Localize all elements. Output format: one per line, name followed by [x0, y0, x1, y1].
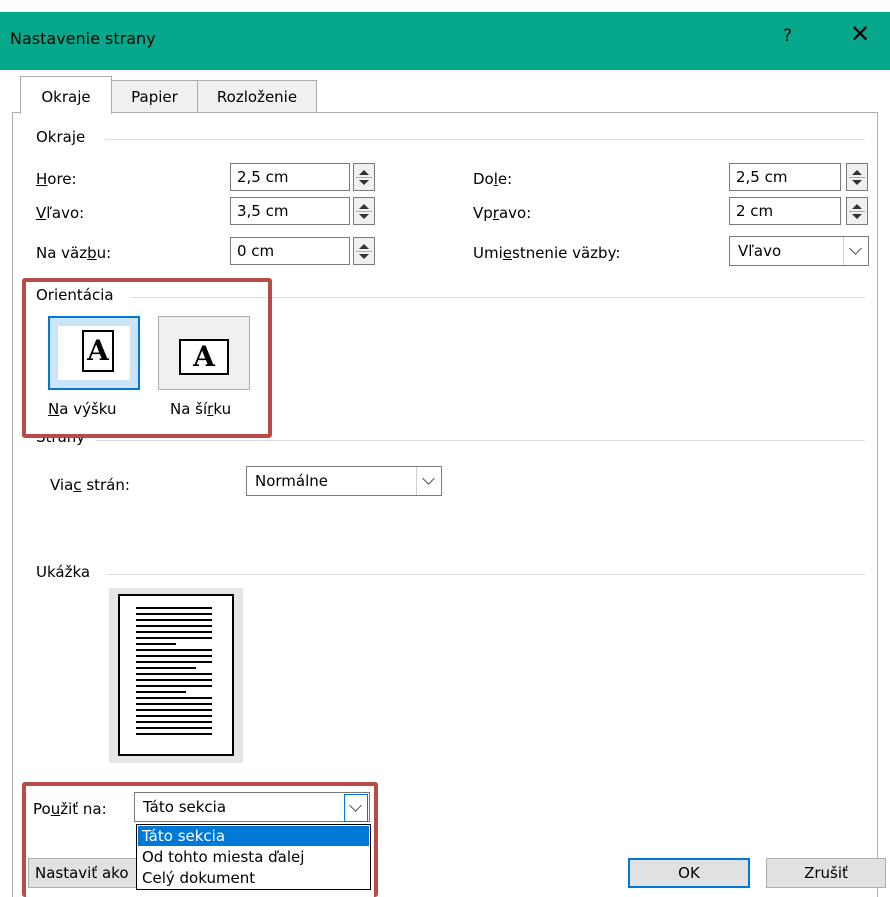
bottom-margin-input[interactable]: 2,5 cm	[729, 163, 841, 191]
title-bar: Nastavenie strany ? ✕	[0, 12, 890, 70]
window-title: Nastavenie strany	[10, 29, 156, 48]
section-divider	[96, 440, 865, 441]
section-margins-title: Okraje	[36, 128, 86, 146]
ok-button[interactable]: OK	[628, 858, 750, 888]
bottom-margin-spinner[interactable]	[846, 163, 868, 191]
dropdown-option-this-section[interactable]: Táto sekcia	[138, 826, 369, 846]
left-margin-spinner[interactable]	[353, 197, 375, 225]
chevron-down-icon	[416, 467, 441, 495]
bottom-margin-label: Dole:	[473, 170, 513, 188]
multiple-pages-select[interactable]: Normálne	[246, 466, 442, 496]
top-margin-input[interactable]: 2,5 cm	[230, 163, 350, 191]
gutter-position-select[interactable]: Vľavo	[729, 236, 869, 266]
top-margin-spinner[interactable]	[353, 163, 375, 191]
chevron-down-icon	[843, 237, 868, 265]
left-margin-label: Vľavo:	[36, 204, 85, 222]
close-icon[interactable]: ✕	[850, 22, 870, 46]
cancel-button[interactable]: Zrušiť	[766, 858, 886, 888]
section-preview-title: Ukážka	[36, 563, 91, 581]
tab-okraje[interactable]: Okraje	[20, 76, 112, 114]
right-margin-spinner[interactable]	[846, 197, 868, 225]
apply-to-dropdown-list: Táto sekcia Od tohto miesta ďalej Celý d…	[136, 824, 371, 890]
gutter-position-label: Umiestnenie väzby:	[473, 244, 621, 262]
right-margin-label: Vpravo:	[473, 204, 532, 222]
gutter-spinner[interactable]	[353, 237, 375, 265]
section-divider	[105, 139, 865, 140]
tab-panel-border	[12, 112, 878, 113]
panel-border-right	[877, 112, 878, 897]
tab-papier[interactable]: Papier	[110, 80, 199, 113]
panel-border-left	[12, 112, 13, 897]
dropdown-option-whole-document[interactable]: Celý dokument	[138, 868, 369, 888]
preview-page	[118, 594, 234, 756]
left-margin-input[interactable]: 3,5 cm	[230, 197, 350, 225]
help-button[interactable]: ?	[783, 26, 792, 46]
gutter-input[interactable]: 0 cm	[230, 237, 350, 265]
gutter-label: Na väzbu:	[36, 244, 112, 262]
highlight-box-orientation	[22, 278, 272, 438]
section-divider	[106, 574, 865, 575]
tab-rozlozenie[interactable]: Rozloženie	[197, 80, 317, 113]
dropdown-option-from-here[interactable]: Od tohto miesta ďalej	[138, 847, 369, 867]
multiple-pages-label: Viac strán:	[50, 476, 130, 494]
top-margin-label: Hore:	[36, 170, 77, 188]
right-margin-input[interactable]: 2 cm	[729, 197, 841, 225]
preview-area	[109, 588, 243, 763]
